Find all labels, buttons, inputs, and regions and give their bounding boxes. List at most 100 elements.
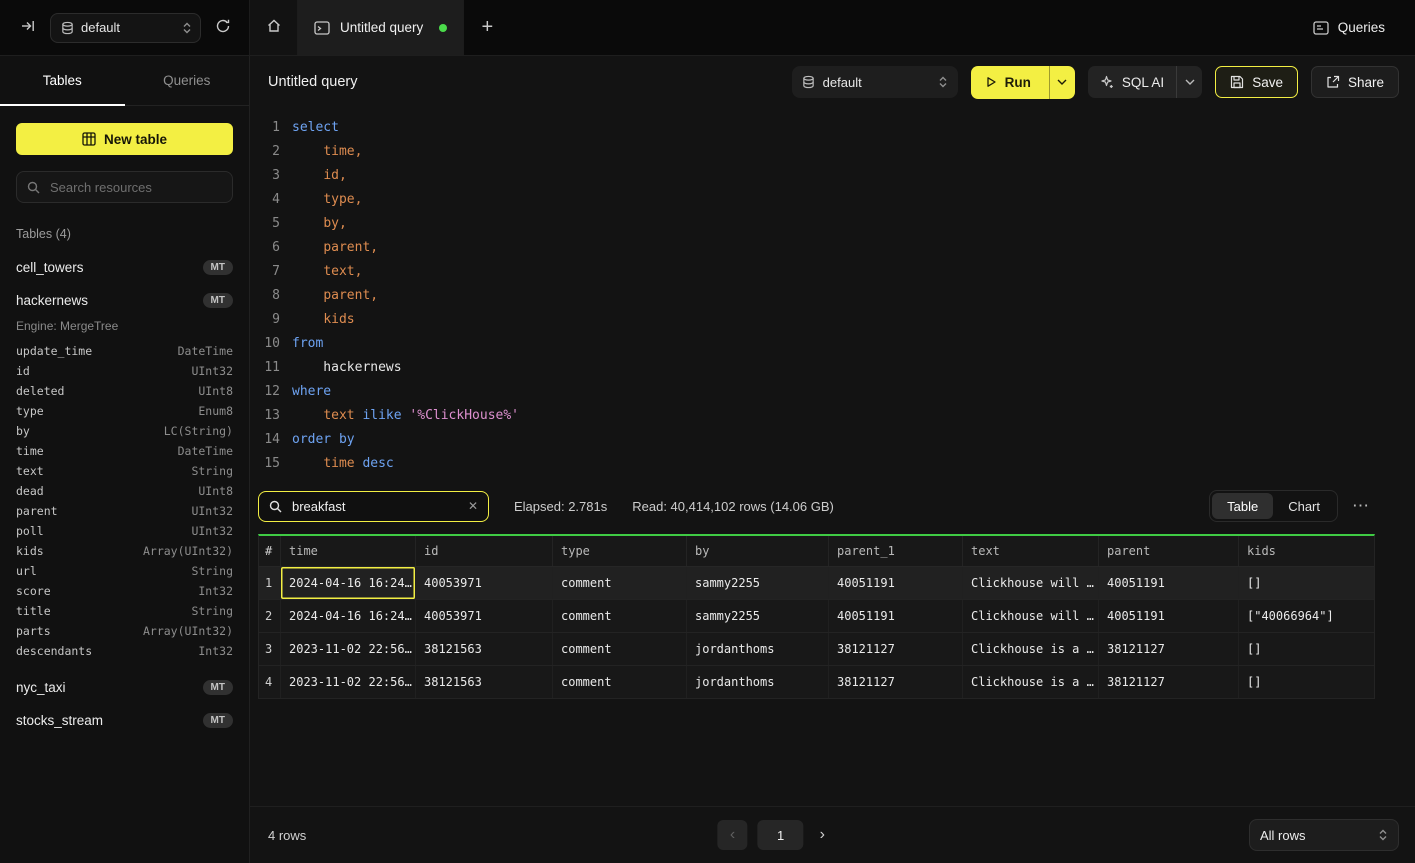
table-name: hackernews bbox=[16, 293, 88, 308]
column-item: update_timeDateTime bbox=[0, 341, 249, 361]
cell[interactable]: jordanthoms bbox=[687, 633, 829, 665]
new-tab-button[interactable]: + bbox=[464, 0, 510, 55]
home-icon bbox=[266, 18, 282, 37]
view-toggle-chart[interactable]: Chart bbox=[1273, 493, 1335, 519]
results-filter: ✕ bbox=[258, 491, 489, 522]
tables-section-label: Tables (4) bbox=[16, 227, 233, 241]
column-item: urlString bbox=[0, 561, 249, 581]
clear-filter-button[interactable]: ✕ bbox=[466, 499, 480, 513]
cell[interactable]: [] bbox=[1239, 666, 1374, 698]
column-item: typeEnum8 bbox=[0, 401, 249, 421]
sql-editor[interactable]: 1select2 time,3 id,4 type,5 by,6 parent,… bbox=[250, 108, 1415, 476]
cell[interactable]: sammy2255 bbox=[687, 600, 829, 632]
cell[interactable]: 38121563 bbox=[416, 666, 553, 698]
table-item-hackernews[interactable]: hackernews MT bbox=[0, 284, 249, 317]
app: default Untitled query bbox=[0, 0, 1415, 863]
chevron-down-icon bbox=[1057, 79, 1067, 85]
collapse-panel-button[interactable] bbox=[14, 14, 42, 42]
results-filter-input[interactable] bbox=[290, 498, 458, 515]
prev-page-button[interactable]: ‹ bbox=[718, 820, 748, 850]
cell[interactable]: 40051191 bbox=[1099, 600, 1239, 632]
cell[interactable]: comment bbox=[553, 633, 687, 665]
cell[interactable]: comment bbox=[553, 600, 687, 632]
cell[interactable]: Clickhouse will … bbox=[963, 567, 1099, 599]
cell[interactable]: ["40066964"] bbox=[1239, 600, 1374, 632]
cell[interactable]: [] bbox=[1239, 567, 1374, 599]
column-header[interactable]: parent_1 bbox=[829, 536, 963, 566]
view-toggle-table[interactable]: Table bbox=[1212, 493, 1273, 519]
cell[interactable]: 2023-11-02 22:56… bbox=[281, 666, 416, 698]
cell[interactable]: 38121127 bbox=[1099, 633, 1239, 665]
column-header[interactable]: parent bbox=[1099, 536, 1239, 566]
main-panel: Untitled query default bbox=[250, 56, 1415, 863]
query-database-selector[interactable]: default bbox=[792, 66, 958, 98]
cell[interactable]: 2024-04-16 16:24… bbox=[281, 600, 416, 632]
new-table-button[interactable]: New table bbox=[16, 123, 233, 155]
column-header[interactable]: type bbox=[553, 536, 687, 566]
table-item-nyc-taxi[interactable]: nyc_taxi MT bbox=[0, 671, 249, 704]
current-page[interactable]: 1 bbox=[758, 820, 804, 850]
cell[interactable]: comment bbox=[553, 666, 687, 698]
cell[interactable]: [] bbox=[1239, 633, 1374, 665]
sql-ai-button-group: SQL AI bbox=[1088, 66, 1202, 98]
row-number: 4 bbox=[259, 666, 281, 698]
sidebar-tab-tables[interactable]: Tables bbox=[0, 56, 125, 105]
tab-home[interactable] bbox=[250, 0, 298, 55]
editor-lines: 1select2 time,3 id,4 type,5 by,6 parent,… bbox=[250, 116, 1415, 476]
play-icon bbox=[985, 76, 997, 88]
save-label: Save bbox=[1252, 75, 1283, 90]
row-number: 1 bbox=[259, 567, 281, 599]
column-header[interactable]: # bbox=[259, 536, 281, 566]
sidebar-tab-queries[interactable]: Queries bbox=[125, 56, 250, 105]
table-row: 32023-11-02 22:56…38121563commentjordant… bbox=[259, 633, 1374, 666]
cell[interactable]: Clickhouse is a … bbox=[963, 666, 1099, 698]
cell[interactable]: 40053971 bbox=[416, 600, 553, 632]
save-button[interactable]: Save bbox=[1215, 66, 1298, 98]
topbar-right: Queries bbox=[1307, 0, 1415, 55]
page-title: Untitled query bbox=[268, 74, 357, 90]
queries-button[interactable]: Queries bbox=[1307, 19, 1391, 36]
cell[interactable]: 40051191 bbox=[829, 567, 963, 599]
column-header[interactable]: time bbox=[281, 536, 416, 566]
search-resources-input[interactable] bbox=[48, 179, 222, 196]
cell[interactable]: 2024-04-16 16:24… bbox=[281, 567, 416, 599]
refresh-button[interactable] bbox=[209, 14, 237, 42]
cell[interactable]: 38121127 bbox=[829, 666, 963, 698]
column-item: byLC(String) bbox=[0, 421, 249, 441]
cell[interactable]: 38121563 bbox=[416, 633, 553, 665]
table-name: nyc_taxi bbox=[16, 680, 66, 695]
run-button[interactable]: Run bbox=[971, 66, 1049, 99]
table-row: 12024-04-16 16:24…40053971commentsammy22… bbox=[259, 567, 1374, 600]
cell[interactable]: 38121127 bbox=[829, 633, 963, 665]
table-item-cell-towers[interactable]: cell_towers MT bbox=[0, 251, 249, 284]
cell[interactable]: 40051191 bbox=[829, 600, 963, 632]
table-item-stocks-stream[interactable]: stocks_stream MT bbox=[0, 704, 249, 737]
run-options-button[interactable] bbox=[1049, 66, 1075, 99]
sidebar: Tables Queries New table Tables (4) cell… bbox=[0, 56, 250, 863]
tab-untitled-query[interactable]: Untitled query bbox=[298, 0, 464, 55]
page-size-selector[interactable]: All rows bbox=[1249, 819, 1399, 851]
column-header[interactable]: id bbox=[416, 536, 553, 566]
database-selector[interactable]: default bbox=[50, 13, 201, 43]
engine-info: Engine: MergeTree bbox=[0, 317, 249, 341]
cell[interactable]: comment bbox=[553, 567, 687, 599]
cell[interactable]: sammy2255 bbox=[687, 567, 829, 599]
code-line: 3 id, bbox=[250, 164, 1415, 188]
cell[interactable]: Clickhouse will … bbox=[963, 600, 1099, 632]
share-button[interactable]: Share bbox=[1311, 66, 1399, 98]
column-header[interactable]: by bbox=[687, 536, 829, 566]
more-options-button[interactable]: ⋯ bbox=[1346, 495, 1375, 517]
column-header[interactable]: kids bbox=[1239, 536, 1374, 566]
table-row: 42023-11-02 22:56…38121563commentjordant… bbox=[259, 666, 1374, 699]
cell[interactable]: Clickhouse is a … bbox=[963, 633, 1099, 665]
cell[interactable]: 38121127 bbox=[1099, 666, 1239, 698]
column-header[interactable]: text bbox=[963, 536, 1099, 566]
sql-ai-button[interactable]: SQL AI bbox=[1088, 66, 1176, 98]
hackernews-columns: update_timeDateTimeidUInt32deletedUInt8t… bbox=[0, 341, 249, 661]
cell[interactable]: jordanthoms bbox=[687, 666, 829, 698]
cell[interactable]: 40051191 bbox=[1099, 567, 1239, 599]
next-page-button[interactable]: › bbox=[814, 825, 831, 845]
cell[interactable]: 2023-11-02 22:56… bbox=[281, 633, 416, 665]
cell[interactable]: 40053971 bbox=[416, 567, 553, 599]
sql-ai-options-button[interactable] bbox=[1176, 66, 1202, 98]
